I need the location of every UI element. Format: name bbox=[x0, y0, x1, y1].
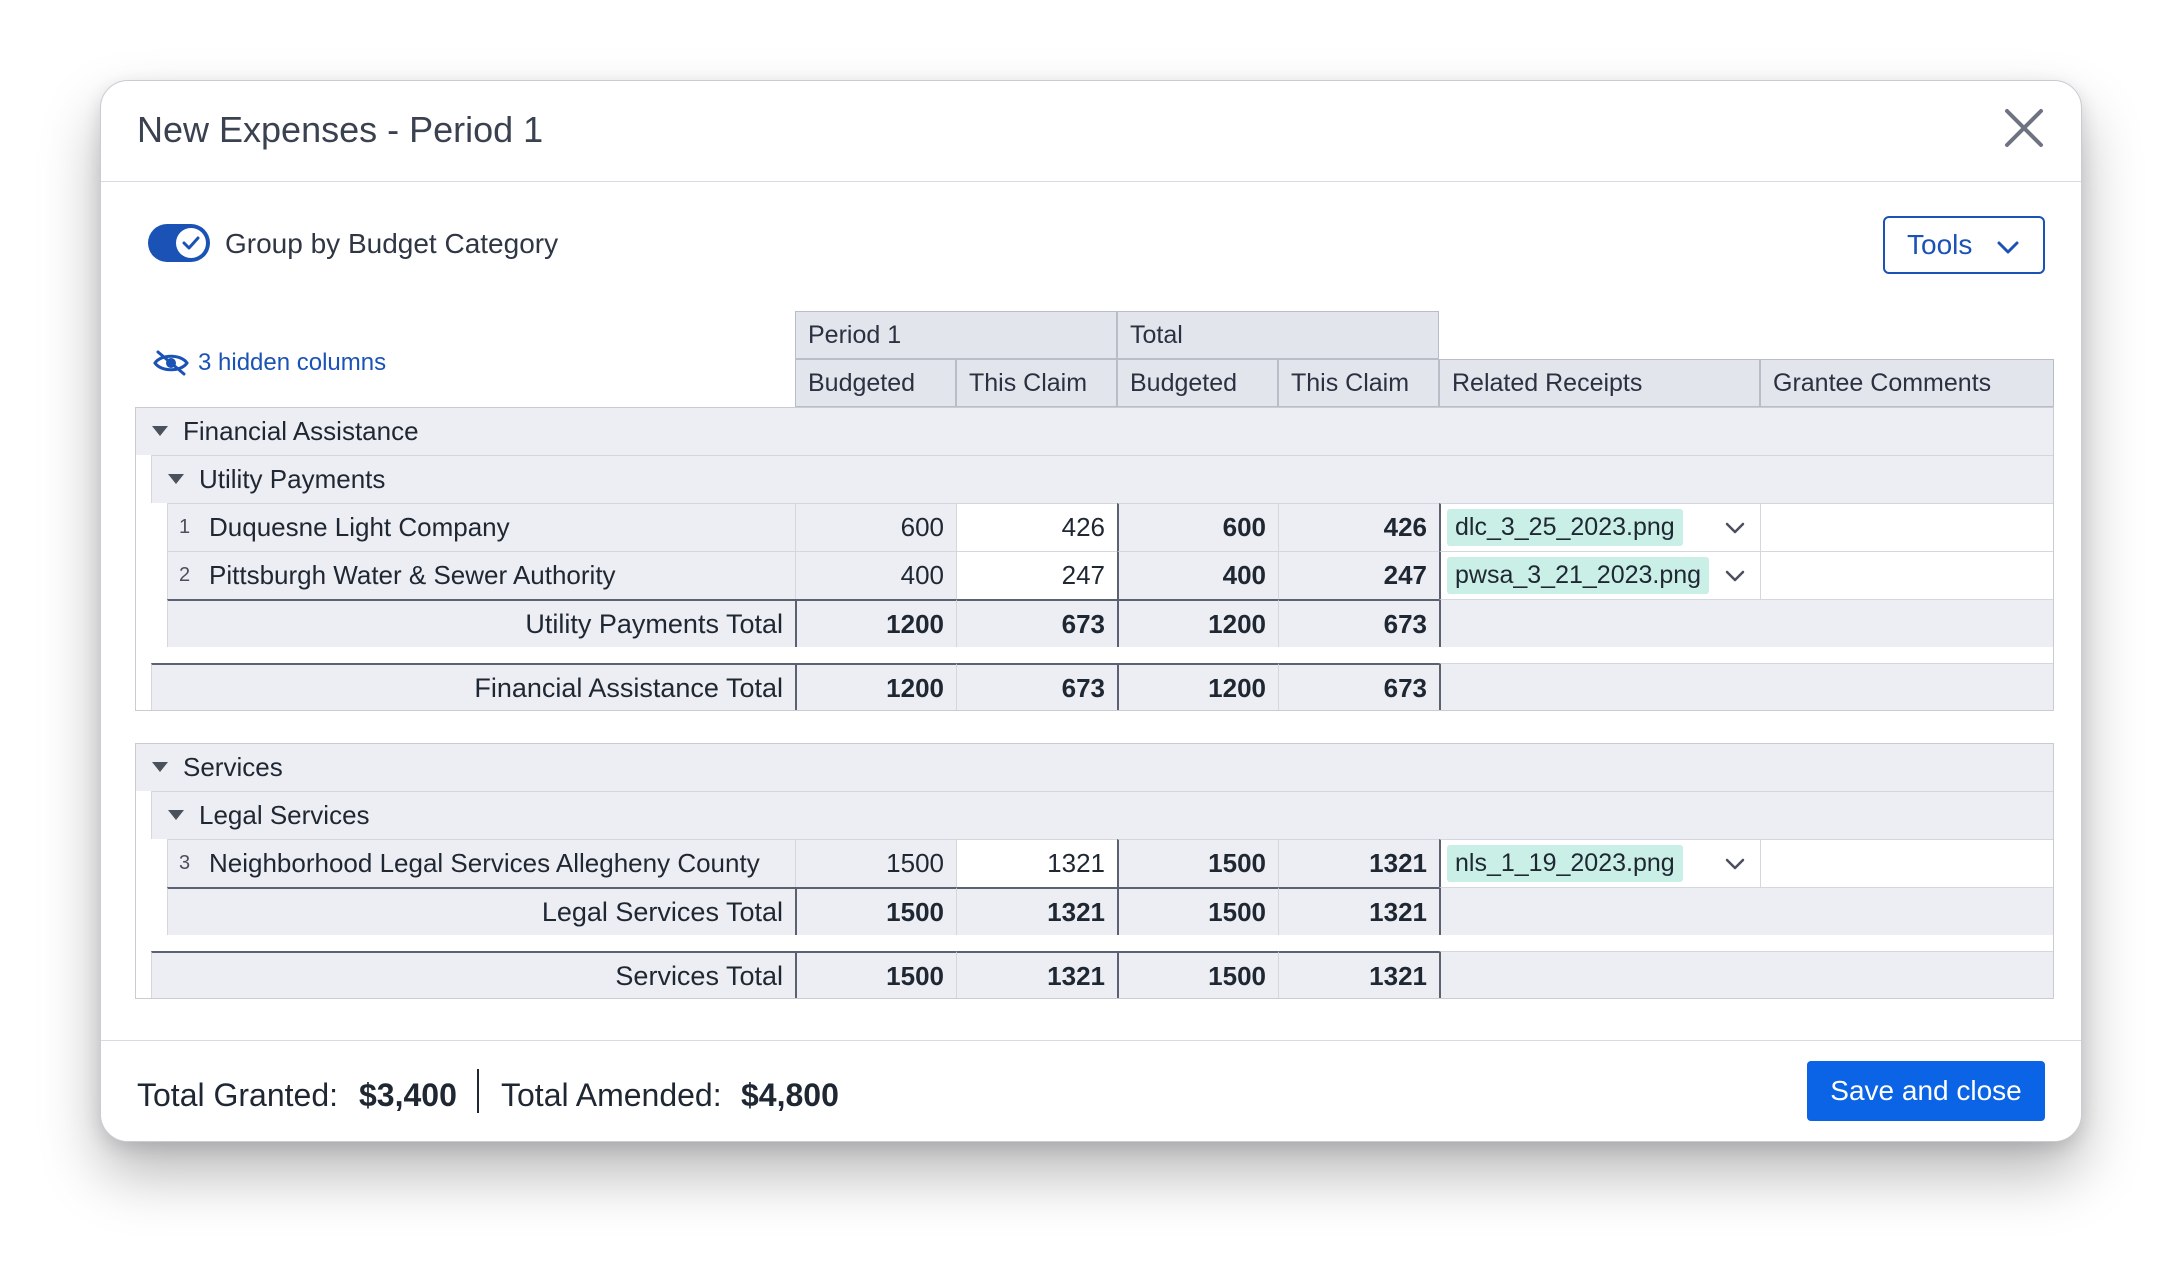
category-name: Services bbox=[183, 751, 283, 782]
tools-dropdown-button[interactable]: Tools bbox=[1883, 216, 2045, 274]
total-claim: 247 bbox=[1278, 551, 1439, 599]
close-icon[interactable] bbox=[1999, 103, 2049, 153]
subcategory-total-filler bbox=[1439, 887, 2054, 935]
category-total-value: 1500 bbox=[1117, 951, 1278, 999]
receipt-chip: dlc_3_25_2023.png bbox=[1447, 509, 1683, 546]
hidden-columns-link[interactable]: 3 hidden columns bbox=[152, 347, 386, 379]
category-total-value: 1321 bbox=[1278, 951, 1439, 999]
row-index: 1 bbox=[179, 515, 191, 538]
subcategory-name: Utility Payments bbox=[199, 463, 386, 494]
subcategory-total-label: Legal Services Total bbox=[167, 887, 795, 935]
row-index: 3 bbox=[179, 851, 191, 874]
footer-divider bbox=[477, 1069, 479, 1113]
total-amended-label: Total Amended: bbox=[501, 1077, 722, 1113]
subcategory-total-filler bbox=[1439, 599, 2054, 647]
subcategory-total-value: 1321 bbox=[956, 887, 1117, 935]
period1-budgeted: 400 bbox=[795, 551, 956, 599]
period1-budgeted: 600 bbox=[795, 503, 956, 551]
category-total-value: 1500 bbox=[795, 951, 956, 999]
collapse-triangle-icon[interactable] bbox=[167, 473, 185, 485]
total-granted-value: $3,400 bbox=[359, 1077, 457, 1113]
column-header[interactable]: This Claim bbox=[1278, 359, 1439, 407]
total-amended-value: $4,800 bbox=[741, 1077, 839, 1113]
category-total-value: 1200 bbox=[795, 663, 956, 711]
category-total-value: 673 bbox=[956, 663, 1117, 711]
category-total-value: 1200 bbox=[1117, 663, 1278, 711]
category-total-value: 673 bbox=[1278, 663, 1439, 711]
period1-claim-input[interactable]: 426 bbox=[956, 503, 1117, 551]
subcategory-total-value: 1500 bbox=[795, 887, 956, 935]
modal-title: New Expenses - Period 1 bbox=[137, 109, 544, 150]
column-header[interactable]: Grantee Comments bbox=[1760, 359, 2054, 407]
subcategory-total-label: Utility Payments Total bbox=[167, 599, 795, 647]
receipt-chip: nls_1_19_2023.png bbox=[1447, 845, 1683, 882]
group-by-category-toggle[interactable] bbox=[148, 224, 210, 262]
total-claim: 426 bbox=[1278, 503, 1439, 551]
modal-header: New Expenses - Period 1 bbox=[101, 81, 2081, 182]
modal-footer: Total Granted: $3,400 Total Amended: $4,… bbox=[101, 1040, 2081, 1141]
chevron-down-icon bbox=[1725, 858, 1745, 870]
chevron-down-icon bbox=[1725, 570, 1745, 582]
category-total-label: Financial Assistance Total bbox=[151, 663, 795, 711]
tools-label: Tools bbox=[1907, 229, 1973, 260]
chevron-down-icon bbox=[1997, 241, 2019, 254]
save-and-close-button[interactable]: Save and close bbox=[1807, 1061, 2045, 1121]
receipt-chip: pwsa_3_21_2023.png bbox=[1447, 557, 1710, 594]
toggle-knob bbox=[176, 228, 206, 258]
grantee-comment-input[interactable] bbox=[1760, 503, 2054, 551]
grantee-comment-input[interactable] bbox=[1760, 551, 2054, 599]
column-header[interactable]: Budgeted bbox=[795, 359, 956, 407]
category-total-label: Services Total bbox=[151, 951, 795, 999]
category-total-filler bbox=[1439, 663, 2054, 711]
period1-claim-input[interactable]: 247 bbox=[956, 551, 1117, 599]
hidden-columns-label: 3 hidden columns bbox=[198, 349, 387, 376]
column-header[interactable]: Budgeted bbox=[1117, 359, 1278, 407]
subcategory-total-value: 673 bbox=[956, 599, 1117, 647]
period1-claim-input[interactable]: 1321 bbox=[956, 839, 1117, 887]
column-header[interactable]: This Claim bbox=[956, 359, 1117, 407]
expenses-modal: New Expenses - Period 1 Group by Budget … bbox=[100, 80, 2082, 1142]
total-budgeted: 600 bbox=[1117, 503, 1278, 551]
related-receipt-select[interactable]: pwsa_3_21_2023.png bbox=[1439, 551, 1760, 599]
subcategory-total-value: 673 bbox=[1278, 599, 1439, 647]
collapse-triangle-icon[interactable] bbox=[167, 809, 185, 821]
subcategory-total-value: 1200 bbox=[1117, 599, 1278, 647]
collapse-triangle-icon[interactable] bbox=[151, 425, 169, 437]
column-header[interactable]: Related Receipts bbox=[1439, 359, 1760, 407]
check-icon bbox=[182, 236, 200, 250]
subcategory-total-value: 1200 bbox=[795, 599, 956, 647]
period1-budgeted: 1500 bbox=[795, 839, 956, 887]
group-by-category-label: Group by Budget Category bbox=[225, 228, 559, 259]
category-total-value: 1321 bbox=[956, 951, 1117, 999]
group-header-total: Total bbox=[1117, 311, 1439, 359]
toolbar: Group by Budget Category Tools bbox=[101, 181, 2081, 291]
row-index: 2 bbox=[179, 563, 191, 586]
total-claim: 1321 bbox=[1278, 839, 1439, 887]
total-budgeted: 1500 bbox=[1117, 839, 1278, 887]
eye-slash-icon bbox=[153, 350, 189, 376]
collapse-triangle-icon[interactable] bbox=[151, 761, 169, 773]
subcategory-total-value: 1321 bbox=[1278, 887, 1439, 935]
category-name: Financial Assistance bbox=[183, 415, 419, 446]
subcategory-total-value: 1500 bbox=[1117, 887, 1278, 935]
group-header-period1: Period 1 bbox=[795, 311, 1117, 359]
category-total-filler bbox=[1439, 951, 2054, 999]
total-granted-label: Total Granted: bbox=[137, 1077, 338, 1113]
line-item-name: Pittsburgh Water & Sewer Authority bbox=[209, 559, 616, 590]
subcategory-name: Legal Services bbox=[199, 799, 370, 830]
related-receipt-select[interactable]: nls_1_19_2023.png bbox=[1439, 839, 1760, 887]
total-budgeted: 400 bbox=[1117, 551, 1278, 599]
chevron-down-icon bbox=[1725, 522, 1745, 534]
line-item-name: Duquesne Light Company bbox=[209, 511, 510, 542]
related-receipt-select[interactable]: dlc_3_25_2023.png bbox=[1439, 503, 1760, 551]
line-item-name: Neighborhood Legal Services Allegheny Co… bbox=[209, 847, 760, 878]
grantee-comment-input[interactable] bbox=[1760, 839, 2054, 887]
